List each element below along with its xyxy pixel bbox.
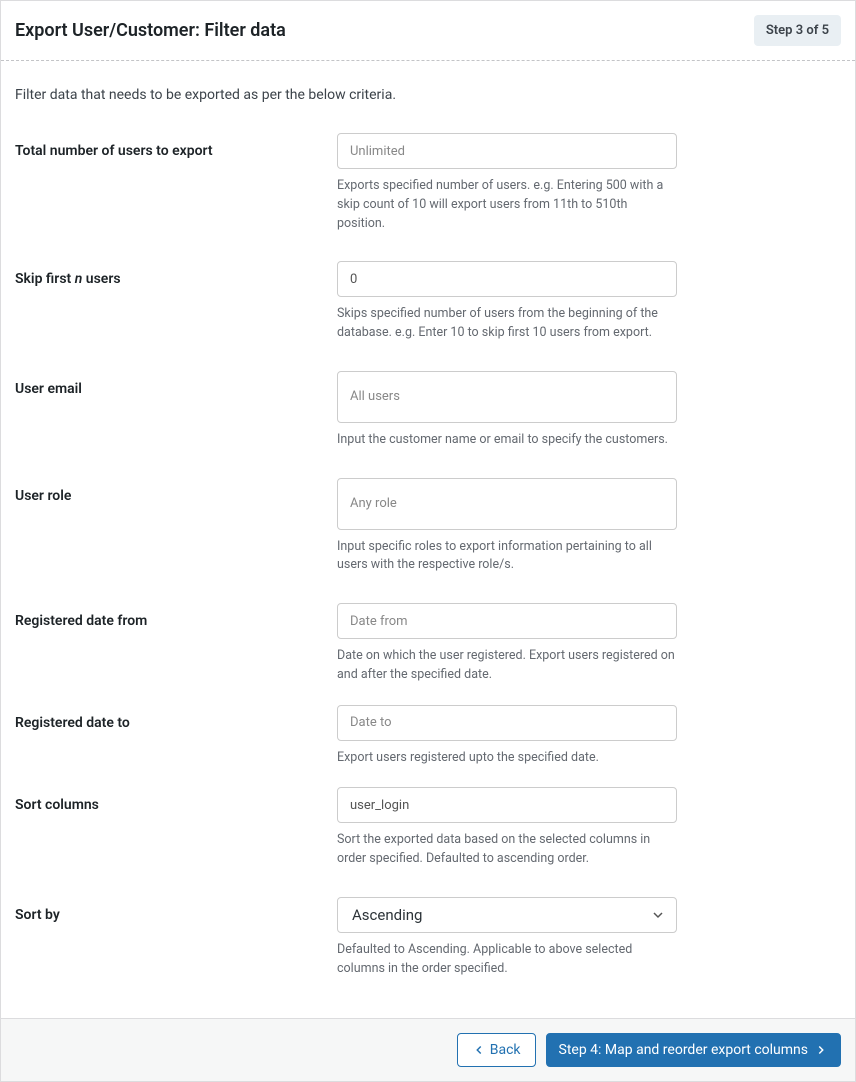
date-from-label: Registered date from bbox=[15, 603, 337, 685]
skip-first-label: Skip first n users bbox=[15, 261, 337, 343]
date-to-help: Export users registered upto the specifi… bbox=[337, 749, 677, 768]
step-badge: Step 3 of 5 bbox=[754, 15, 841, 46]
user-role-placeholder: Any role bbox=[350, 496, 397, 511]
sort-columns-help: Sort the exported data based on the sele… bbox=[337, 831, 677, 869]
date-from-input[interactable] bbox=[337, 603, 677, 639]
back-button[interactable]: Back bbox=[457, 1033, 536, 1067]
date-from-help: Date on which the user registered. Expor… bbox=[337, 647, 677, 685]
user-role-help: Input specific roles to export informati… bbox=[337, 538, 677, 576]
sort-by-value: Ascending bbox=[352, 906, 422, 924]
sort-by-select[interactable]: Ascending bbox=[337, 897, 677, 933]
date-to-label: Registered date to bbox=[15, 705, 337, 768]
total-users-input[interactable] bbox=[337, 133, 677, 169]
skip-first-help: Skips specified number of users from the… bbox=[337, 305, 677, 343]
chevron-left-icon bbox=[472, 1043, 486, 1057]
chevron-right-icon bbox=[814, 1043, 828, 1057]
sort-columns-label: Sort columns bbox=[15, 787, 337, 869]
next-button[interactable]: Step 4: Map and reorder export columns bbox=[546, 1033, 841, 1067]
user-email-placeholder: All users bbox=[350, 389, 400, 404]
chevron-down-icon bbox=[650, 907, 666, 923]
date-to-input[interactable] bbox=[337, 705, 677, 741]
back-button-label: Back bbox=[490, 1042, 521, 1058]
user-email-label: User email bbox=[15, 371, 337, 450]
page-title: Export User/Customer: Filter data bbox=[15, 20, 286, 41]
user-role-label: User role bbox=[15, 478, 337, 576]
page-description: Filter data that needs to be exported as… bbox=[15, 87, 841, 103]
user-email-input[interactable]: All users bbox=[337, 371, 677, 423]
sort-columns-value: user_login bbox=[350, 798, 409, 813]
total-users-label: Total number of users to export bbox=[15, 133, 337, 233]
skip-first-input[interactable] bbox=[337, 261, 677, 297]
next-button-label: Step 4: Map and reorder export columns bbox=[559, 1042, 808, 1058]
sort-by-label: Sort by bbox=[15, 897, 337, 979]
sort-columns-input[interactable]: user_login bbox=[337, 787, 677, 823]
sort-by-help: Defaulted to Ascending. Applicable to ab… bbox=[337, 941, 677, 979]
user-role-input[interactable]: Any role bbox=[337, 478, 677, 530]
user-email-help: Input the customer name or email to spec… bbox=[337, 431, 677, 450]
total-users-help: Exports specified number of users. e.g. … bbox=[337, 177, 677, 233]
